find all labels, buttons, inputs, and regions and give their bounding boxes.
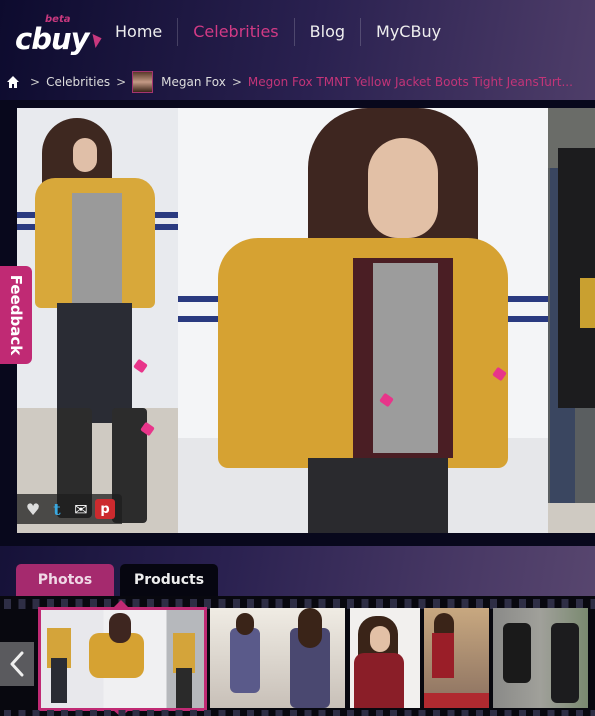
celebrity-avatar[interactable] — [132, 71, 154, 93]
product-tag[interactable] — [133, 358, 148, 374]
thumbnail[interactable] — [493, 608, 588, 708]
breadcrumb-megan-fox[interactable]: Megan Fox — [161, 75, 226, 89]
feedback-label: Feedback — [7, 274, 26, 356]
tab-products[interactable]: Products — [120, 564, 218, 596]
home-icon[interactable] — [6, 75, 20, 89]
photo-frame — [17, 108, 595, 533]
selected-thumbnail-indicator — [38, 600, 207, 716]
breadcrumb: > Celebrities > Megan Fox > Megon Fox TM… — [6, 70, 573, 94]
photo-right[interactable] — [548, 108, 595, 533]
email-icon[interactable]: ✉ — [71, 499, 91, 519]
film-perforation — [0, 710, 595, 716]
breadcrumb-separator: > — [116, 75, 127, 89]
nav-home[interactable]: Home — [105, 18, 177, 46]
thumbnail-filmstrip — [0, 596, 595, 716]
chevron-left-icon — [10, 651, 24, 677]
logo-tv-icon — [90, 34, 103, 48]
photo-left[interactable] — [17, 108, 178, 533]
nav-blog[interactable]: Blog — [293, 18, 360, 46]
previous-button[interactable] — [0, 642, 34, 686]
breadcrumb-current: Megon Fox TMNT Yellow Jacket Boots Tight… — [247, 75, 573, 89]
breadcrumb-separator: > — [30, 75, 41, 89]
thumbnail[interactable] — [424, 608, 489, 708]
twitter-icon[interactable]: t — [47, 499, 67, 519]
share-bar: ♥ t ✉ p — [17, 494, 122, 524]
caret-up-icon — [113, 600, 129, 608]
thumbnail[interactable] — [350, 608, 420, 708]
gallery-tabs: Photos Products — [16, 564, 218, 596]
pinterest-icon[interactable]: p — [95, 499, 115, 519]
nav-celebrities[interactable]: Celebrities — [177, 18, 293, 46]
breadcrumb-celebrities[interactable]: Celebrities — [46, 75, 110, 89]
logo-wordmark: cbuy — [15, 22, 89, 56]
feedback-tab[interactable]: Feedback — [0, 266, 32, 364]
photo-main[interactable] — [178, 108, 548, 533]
main-menu: Home Celebrities Blog MyCBuy — [105, 18, 456, 46]
top-navigation: beta cbuy Home Celebrities Blog MyCBuy — [0, 0, 595, 62]
photo-viewer: ♥ t ✉ p — [0, 100, 595, 546]
thumbnail[interactable] — [210, 608, 345, 708]
nav-mycbuy[interactable]: MyCBuy — [360, 18, 456, 46]
heart-icon[interactable]: ♥ — [23, 499, 43, 519]
cbuy-logo[interactable]: beta cbuy — [15, 14, 103, 56]
tab-photos[interactable]: Photos — [16, 564, 114, 596]
breadcrumb-separator: > — [231, 75, 242, 89]
